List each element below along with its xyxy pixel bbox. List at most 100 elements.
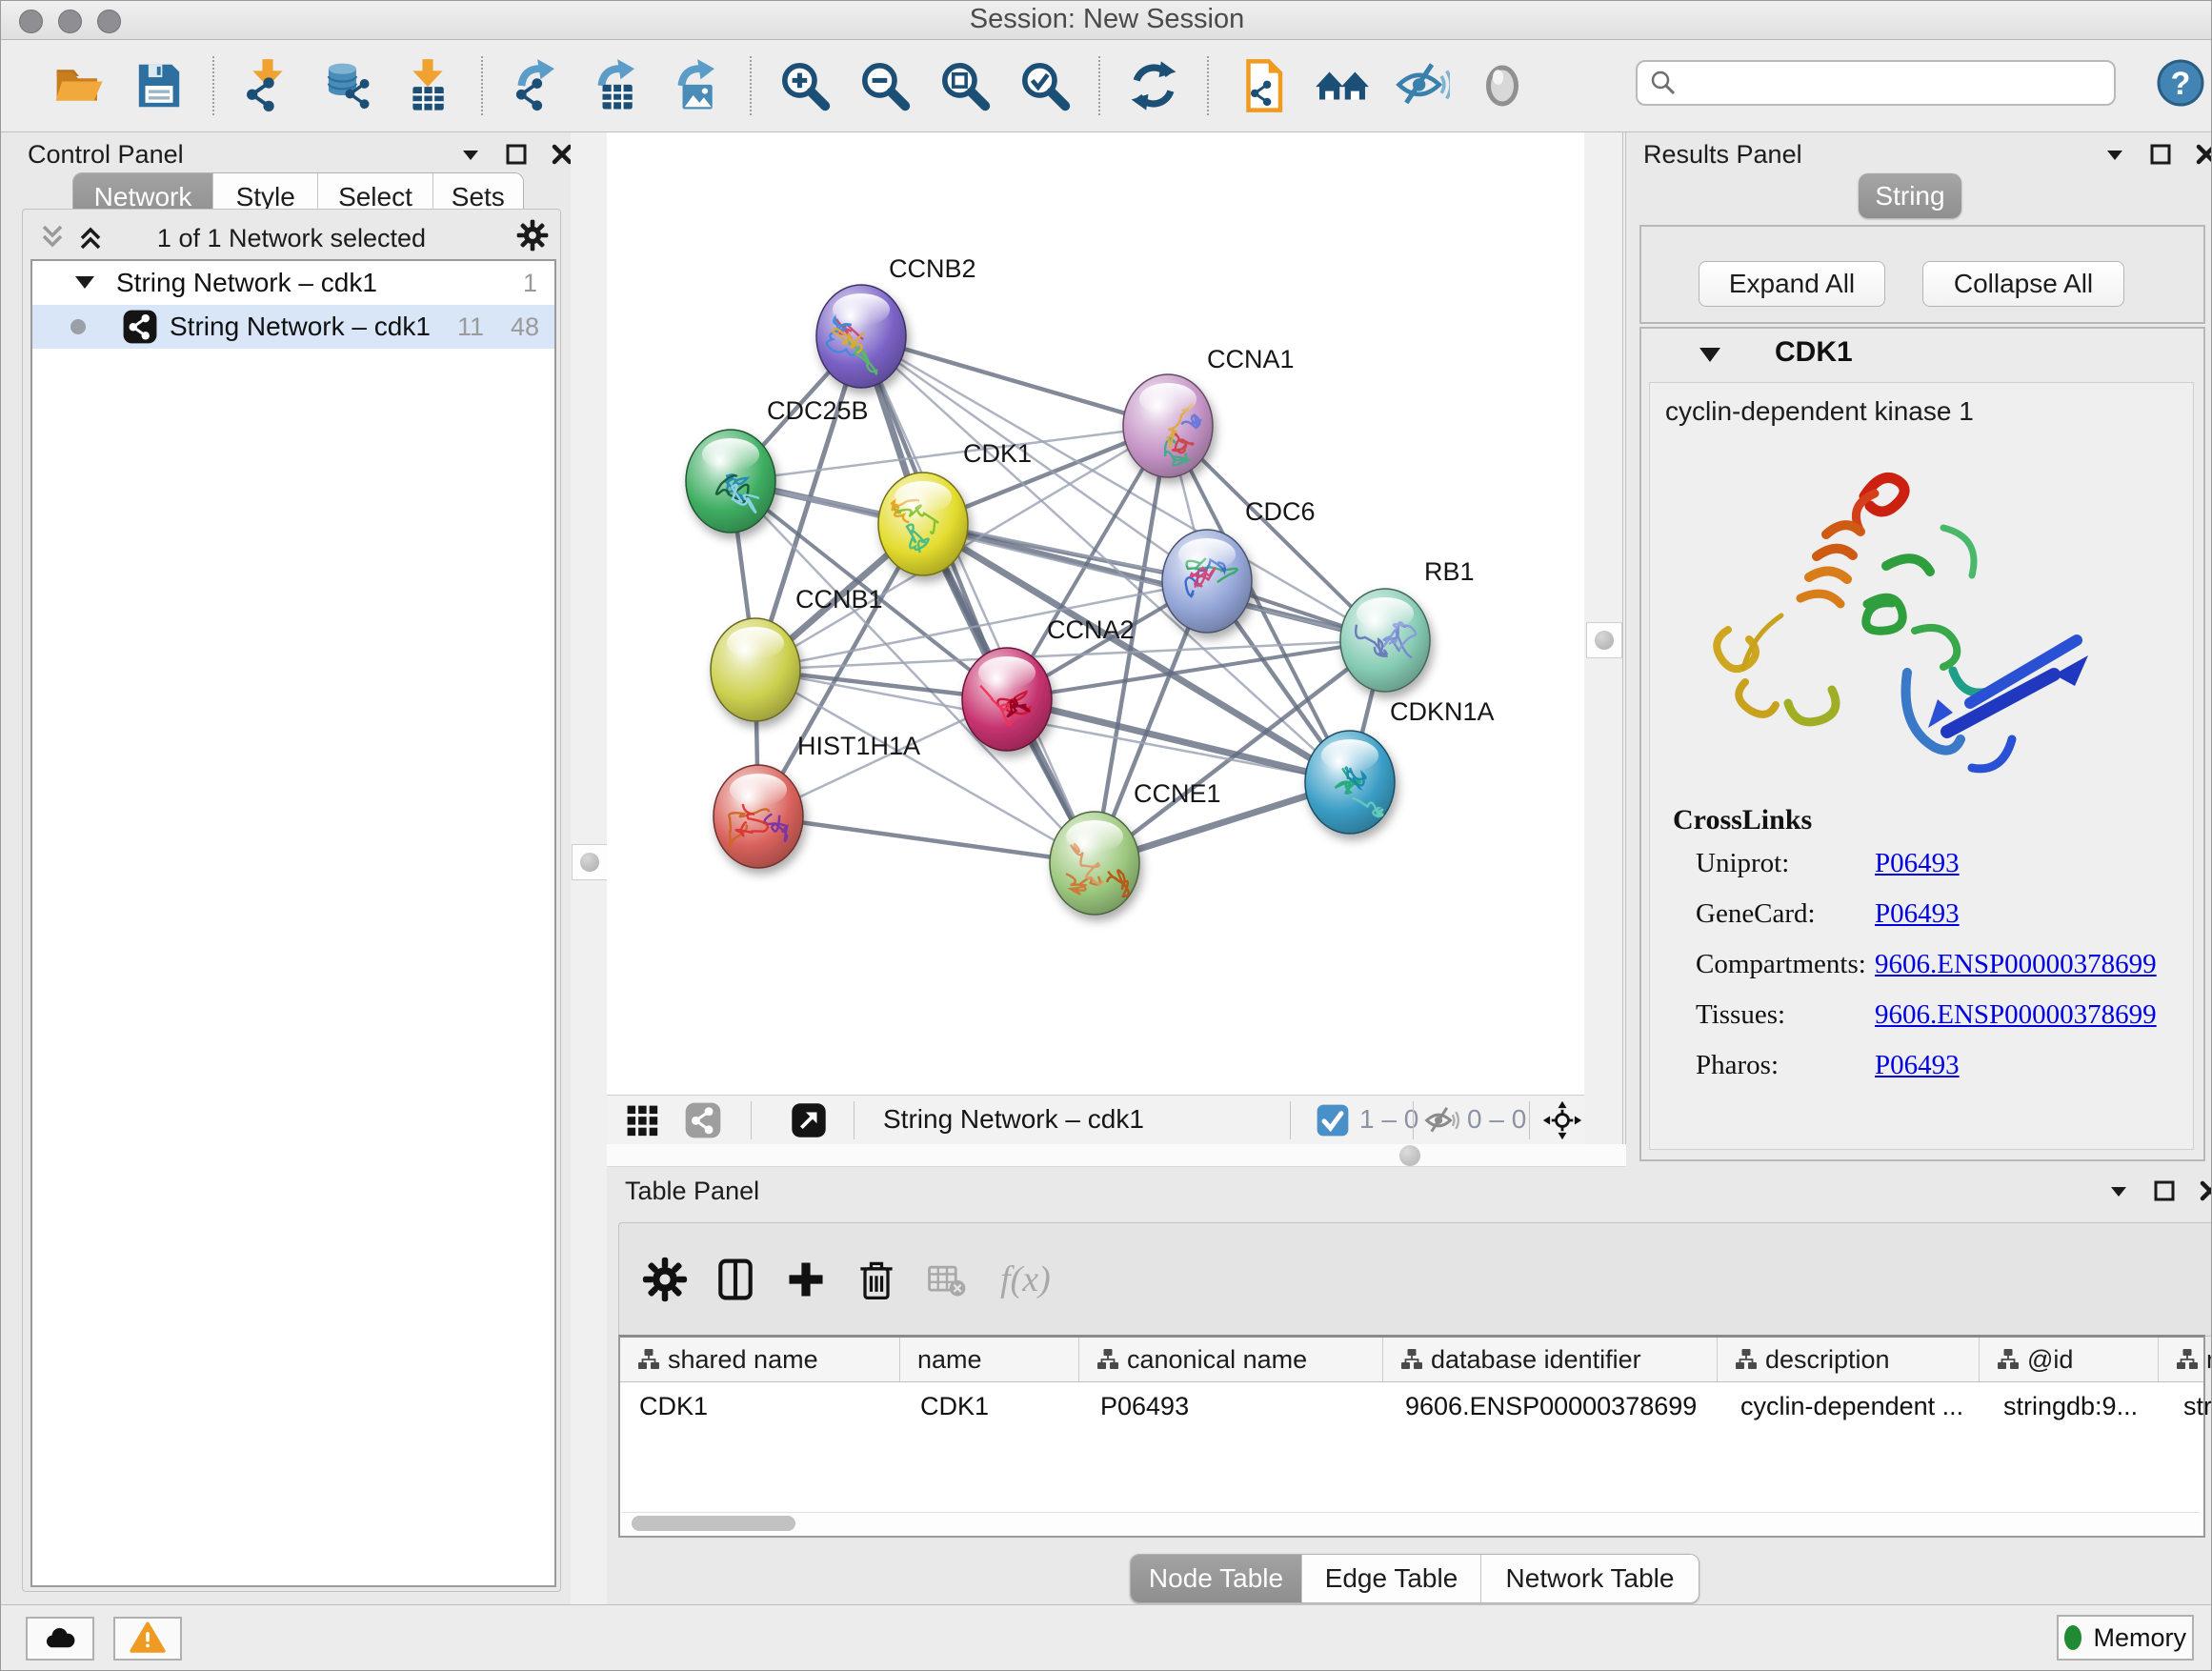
network-node-CCNB2[interactable] bbox=[816, 285, 906, 388]
network-graph[interactable]: CCNB2CCNA1CDC25BCDK1CDC6RB1CCNB1CCNA2CDK… bbox=[607, 132, 1584, 1095]
crosslink-link[interactable]: 9606.ENSP00000378699 bbox=[1875, 999, 2157, 1031]
column-header-namespace[interactable]: namespace bbox=[2159, 1338, 2212, 1381]
save-session-button[interactable] bbox=[131, 58, 187, 113]
zoom-in-button[interactable] bbox=[777, 58, 833, 113]
table-cell[interactable]: 9606.ENSP00000378699 bbox=[1386, 1382, 1721, 1430]
delete-column-button[interactable] bbox=[854, 1257, 899, 1302]
column-header-description[interactable]: description bbox=[1718, 1338, 1980, 1381]
collapse-panel-icon[interactable] bbox=[2106, 1178, 2131, 1203]
edge-HIST1H1A-CCNE1[interactable] bbox=[758, 816, 1095, 863]
network-node-CCNA2[interactable] bbox=[962, 648, 1052, 751]
share-document-button[interactable] bbox=[1235, 58, 1290, 113]
crosslink-link[interactable]: P06493 bbox=[1875, 1050, 1960, 1081]
network-node-CCNA1[interactable] bbox=[1123, 374, 1213, 477]
network-node-CDKN1A[interactable] bbox=[1305, 731, 1395, 834]
pan-crosshair-icon[interactable] bbox=[1542, 1100, 1582, 1140]
table-cell[interactable]: stringdb bbox=[2164, 1382, 2212, 1430]
expand-all-button[interactable]: Expand All bbox=[1699, 261, 1885, 307]
left-splitter[interactable] bbox=[571, 132, 607, 1604]
cloud-button[interactable] bbox=[26, 1617, 94, 1661]
horizontal-splitter[interactable] bbox=[607, 1144, 1626, 1167]
edge-CCNB2-CCNE1[interactable] bbox=[861, 336, 1095, 863]
collapse-panel-icon[interactable] bbox=[2102, 142, 2127, 167]
table-settings-button[interactable] bbox=[642, 1257, 688, 1302]
show-eye-button[interactable] bbox=[1475, 58, 1530, 113]
hidden-eye-icon[interactable] bbox=[1423, 1101, 1459, 1139]
export-network-icon bbox=[509, 58, 564, 113]
network-node-CCNB1[interactable] bbox=[711, 618, 800, 721]
help-button[interactable]: ? bbox=[2156, 58, 2205, 108]
close-panel-icon[interactable] bbox=[2194, 142, 2212, 167]
tree-collapse-icon[interactable] bbox=[72, 268, 101, 298]
import-network-button[interactable] bbox=[240, 58, 295, 113]
float-panel-icon[interactable] bbox=[2152, 1178, 2177, 1203]
network-node-RB1[interactable] bbox=[1340, 589, 1430, 692]
table-row[interactable]: CDK1CDK1P064939606.ENSP00000378699cyclin… bbox=[620, 1382, 2203, 1430]
zoom-fit-button[interactable] bbox=[937, 58, 993, 113]
gene-section-header[interactable]: CDK1 bbox=[1641, 329, 2203, 380]
hide-eye-button[interactable] bbox=[1395, 58, 1450, 113]
edge-CCNB2-CCNA1[interactable] bbox=[861, 336, 1168, 426]
refresh-view-button[interactable] bbox=[1126, 58, 1181, 113]
crosslink-row: GeneCard:P06493 bbox=[1696, 898, 2182, 938]
column-header-database-identifier[interactable]: database identifier bbox=[1383, 1338, 1718, 1381]
close-panel-icon[interactable] bbox=[2198, 1178, 2212, 1203]
open-view-icon[interactable] bbox=[790, 1101, 828, 1139]
home-button[interactable] bbox=[1315, 58, 1370, 113]
collapse-all-button[interactable]: Collapse All bbox=[1922, 261, 2124, 307]
selected-checkbox-icon[interactable] bbox=[1316, 1103, 1350, 1137]
tab-node-table[interactable]: Node Table bbox=[1131, 1555, 1302, 1602]
table-cell[interactable]: cyclin-dependent ... bbox=[1721, 1382, 1984, 1430]
export-network-button[interactable] bbox=[509, 58, 564, 113]
export-image-button[interactable] bbox=[669, 58, 724, 113]
network-node-CDK1[interactable] bbox=[878, 473, 968, 575]
network-options-gear-icon[interactable] bbox=[516, 219, 549, 252]
gene-collapse-icon[interactable] bbox=[1697, 344, 1723, 370]
network-node-CDC6[interactable] bbox=[1162, 530, 1252, 633]
network-node-HIST1H1A[interactable] bbox=[714, 765, 803, 868]
float-panel-icon[interactable] bbox=[504, 142, 529, 167]
table-horizontal-scrollbar[interactable] bbox=[622, 1512, 2200, 1534]
table-cell[interactable]: stringdb:9... bbox=[1984, 1382, 2164, 1430]
column-header-canonical-name[interactable]: canonical name bbox=[1079, 1338, 1383, 1381]
add-column-button[interactable] bbox=[783, 1257, 829, 1302]
tab-network-table[interactable]: Network Table bbox=[1481, 1555, 1699, 1602]
table-cell[interactable]: CDK1 bbox=[620, 1382, 901, 1430]
column-header-name[interactable]: name bbox=[900, 1338, 1079, 1381]
network-row[interactable]: String Network – cdk1 11 48 bbox=[32, 305, 554, 349]
string-view-icon[interactable] bbox=[684, 1101, 722, 1139]
show-columns-button[interactable] bbox=[713, 1257, 758, 1302]
network-collection-row[interactable]: String Network – cdk1 1 bbox=[32, 261, 554, 305]
memory-button[interactable]: Memory bbox=[2057, 1615, 2194, 1661]
tab-string[interactable]: String bbox=[1859, 173, 1961, 218]
refresh-view-icon bbox=[1126, 58, 1181, 113]
divider bbox=[1529, 1101, 1530, 1139]
birds-eye-view-icon[interactable] bbox=[623, 1101, 661, 1139]
crosslink-link[interactable]: P06493 bbox=[1875, 898, 1960, 930]
network-canvas[interactable]: CCNB2CCNA1CDC25BCDK1CDC6RB1CCNB1CCNA2CDK… bbox=[607, 132, 1584, 1095]
scrollbar-thumb[interactable] bbox=[632, 1516, 795, 1531]
network-node-CDC25B[interactable] bbox=[686, 430, 775, 533]
right-splitter[interactable] bbox=[1584, 132, 1626, 1144]
column-header--id[interactable]: @id bbox=[1980, 1338, 2159, 1381]
horizontal-splitter-handle[interactable] bbox=[1399, 1145, 1420, 1166]
collapse-panel-icon[interactable] bbox=[458, 142, 483, 167]
column-header-shared-name[interactable]: shared name bbox=[620, 1338, 900, 1381]
network-node-CCNE1[interactable] bbox=[1050, 812, 1139, 915]
right-splitter-handle[interactable] bbox=[1586, 622, 1622, 658]
warning-button[interactable] bbox=[113, 1617, 182, 1661]
search-input[interactable] bbox=[1678, 68, 2114, 99]
zoom-out-button[interactable] bbox=[857, 58, 913, 113]
left-splitter-handle[interactable] bbox=[572, 844, 608, 880]
float-panel-icon[interactable] bbox=[2148, 142, 2173, 167]
export-table-button[interactable] bbox=[589, 58, 644, 113]
tab-edge-table[interactable]: Edge Table bbox=[1302, 1555, 1481, 1602]
zoom-selected-button[interactable] bbox=[1017, 58, 1073, 113]
crosslink-link[interactable]: 9606.ENSP00000378699 bbox=[1875, 949, 2157, 980]
import-database-button[interactable] bbox=[320, 58, 375, 113]
import-table-button[interactable] bbox=[400, 58, 455, 113]
crosslink-link[interactable]: P06493 bbox=[1875, 848, 1960, 879]
open-session-button[interactable] bbox=[51, 58, 107, 113]
table-cell[interactable]: P06493 bbox=[1081, 1382, 1386, 1430]
table-cell[interactable]: CDK1 bbox=[901, 1382, 1081, 1430]
